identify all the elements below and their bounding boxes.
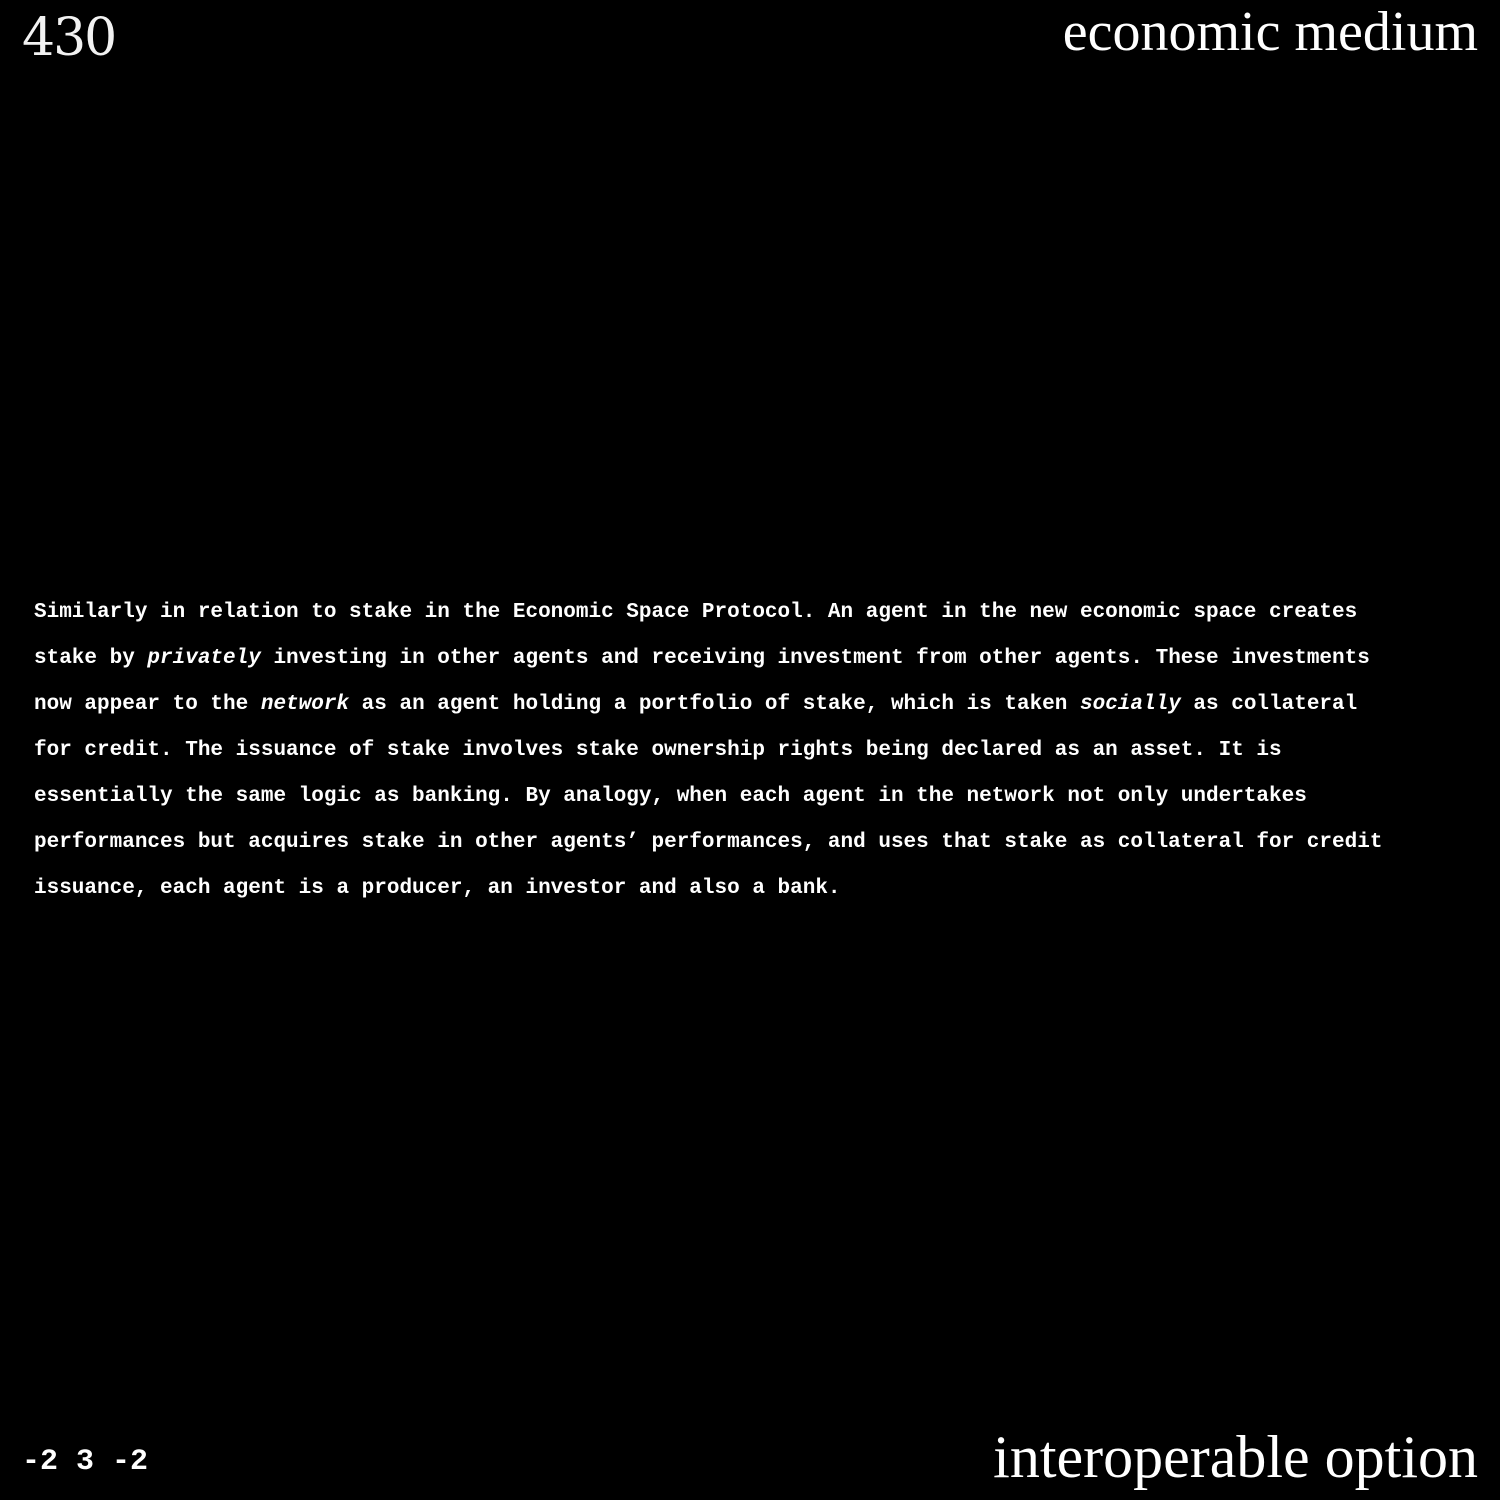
text-line: now appear to the network as an agent ho… xyxy=(34,693,1358,716)
text-line: stake by privately investing in other ag… xyxy=(34,647,1370,670)
page-number: 430 xyxy=(22,8,117,68)
text-line: Similarly in relation to stake in the Ec… xyxy=(34,601,1358,624)
body-paragraph: Similarly in relation to stake in the Ec… xyxy=(34,590,1474,912)
emphasis: network xyxy=(260,693,350,716)
text-line: issuance, each agent is a producer, an i… xyxy=(34,877,841,900)
text-line: essentially the same logic as banking. B… xyxy=(34,785,1307,808)
emphasis: socially xyxy=(1079,693,1181,716)
text-line: for credit. The issuance of stake involv… xyxy=(34,739,1282,762)
header-title: economic medium xyxy=(1062,1,1478,63)
text-line: performances but acquires stake in other… xyxy=(34,831,1383,854)
coordinates-label: -2 3 -2 xyxy=(22,1445,149,1479)
emphasis: privately xyxy=(147,647,261,670)
footer-title: interoperable option xyxy=(993,1424,1478,1490)
